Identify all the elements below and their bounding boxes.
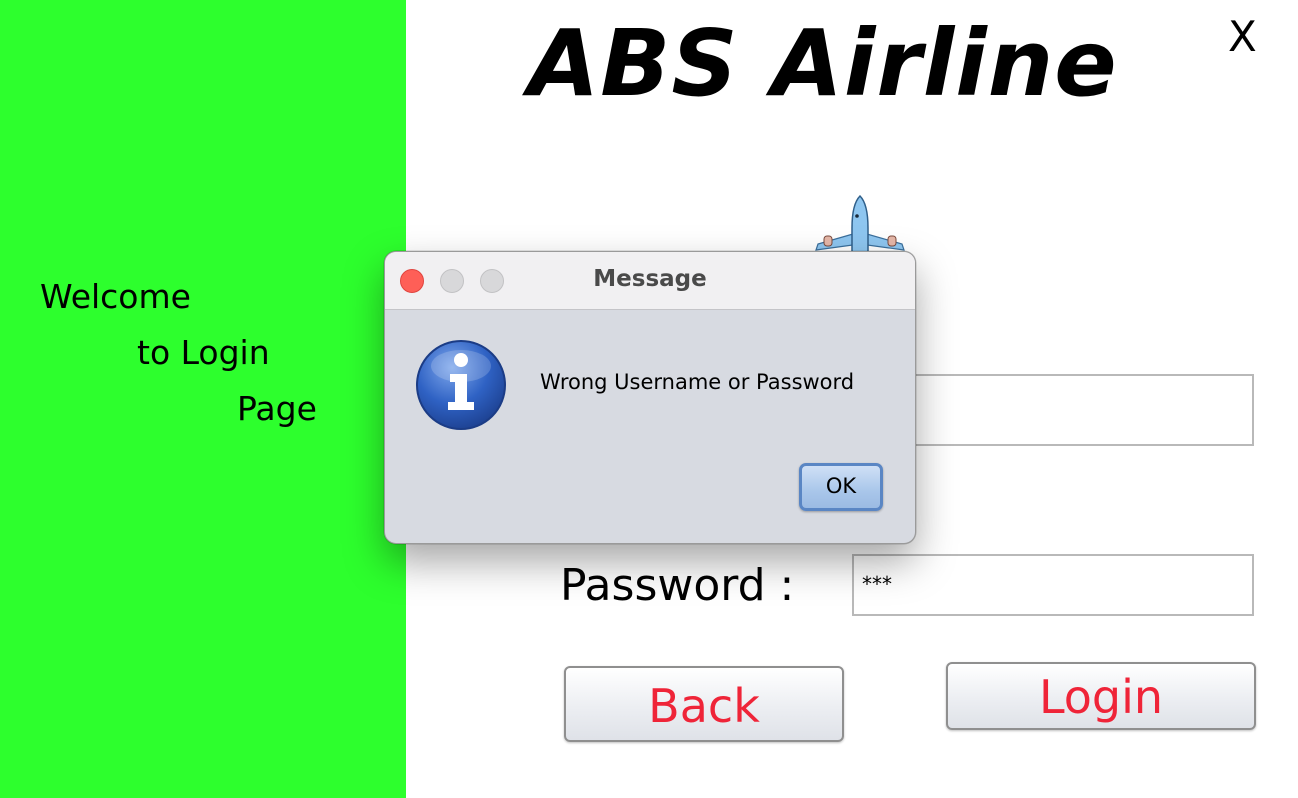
- login-button[interactable]: Login: [946, 662, 1256, 730]
- info-icon: [416, 340, 506, 430]
- welcome-line-1: Welcome: [40, 277, 191, 316]
- message-dialog: Message Wrong Username or Password OK: [384, 251, 916, 544]
- welcome-panel: Welcome to Login Page: [0, 0, 406, 798]
- password-field[interactable]: ***: [852, 554, 1254, 616]
- back-button[interactable]: Back: [564, 666, 844, 742]
- welcome-line-3: Page: [237, 389, 317, 428]
- password-label: Password :: [560, 560, 795, 611]
- dialog-message: Wrong Username or Password: [540, 370, 855, 394]
- close-button[interactable]: X: [1228, 12, 1257, 61]
- dialog-title: Message: [593, 266, 707, 292]
- login-window: Welcome to Login Page ABS Airline X in P…: [0, 0, 1298, 798]
- welcome-line-2: to Login: [137, 333, 270, 372]
- ok-button[interactable]: OK: [799, 463, 883, 511]
- app-title: ABS Airline: [528, 10, 1118, 117]
- dialog-titlebar[interactable]: Message: [385, 252, 915, 310]
